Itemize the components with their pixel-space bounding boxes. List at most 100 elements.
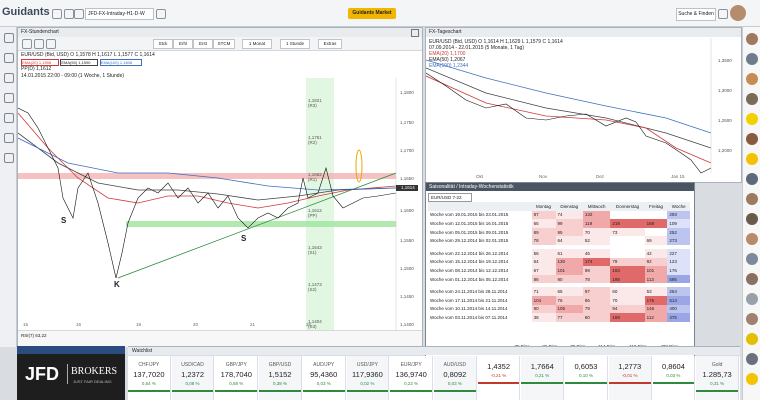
tick-label: 1,3500 <box>718 58 732 63</box>
avatar[interactable] <box>746 353 758 365</box>
draw-icon[interactable] <box>46 39 56 49</box>
pivot-label: 1,1543 (S1) <box>308 245 322 255</box>
table-cell: 99 <box>555 219 583 228</box>
avatar[interactable] <box>746 173 758 185</box>
pivot-label: 1,1821 (R3) <box>308 98 322 108</box>
table-cell: Woche vom 03.11.2014 bis 07.11.2014 <box>430 314 508 320</box>
tick-label: Nov <box>539 174 548 179</box>
menu-icon[interactable] <box>74 9 84 19</box>
avatar[interactable] <box>746 333 758 345</box>
daily-price-chart[interactable] <box>426 38 741 182</box>
avatar[interactable] <box>746 213 758 225</box>
avatar[interactable] <box>746 253 758 265</box>
watchlist-tile[interactable]: USD/JPY 117,9360 0,02 % <box>346 356 390 400</box>
column-header: Mittwoch <box>582 202 611 211</box>
home-icon[interactable] <box>52 9 62 19</box>
table-cell: 90 <box>555 274 583 284</box>
avatar[interactable] <box>746 193 758 205</box>
guidants-market-button[interactable]: Guidants Market <box>348 8 396 19</box>
avatar[interactable] <box>746 233 758 245</box>
flag-icon[interactable] <box>718 9 728 19</box>
table-cell: 146 <box>644 304 668 314</box>
watchlist-tile[interactable]: 1,4352 -0,21 % <box>477 356 521 400</box>
watchlist-tile[interactable]: Gold 1.285,73 0,31 % <box>696 356 739 400</box>
cursor-tool-icon[interactable] <box>4 33 14 43</box>
user-avatar[interactable] <box>730 5 746 21</box>
indicator-icon[interactable] <box>4 133 14 143</box>
table-cell: 163 <box>610 266 645 275</box>
watchlist-tile[interactable]: EUR/JPY 136,9740 0,22 % <box>390 356 433 400</box>
watchlist-tile[interactable]: USD/CAD 1,2372 0,08 % <box>171 356 215 400</box>
toolbar-button[interactable]: Erst <box>193 39 213 49</box>
gauge-icon[interactable] <box>4 153 14 163</box>
table-cell: 46 <box>582 248 611 258</box>
tick-label: 16 <box>76 322 82 327</box>
app-logo[interactable]: Guidants <box>2 6 50 18</box>
settings-icon[interactable] <box>156 9 166 19</box>
indicator-pane[interactable]: RSI(7) 63,22 <box>18 330 422 347</box>
table-cell: 73 <box>610 227 645 237</box>
tile-change: 0,31 % <box>710 381 725 386</box>
table-cell <box>610 236 645 245</box>
chart-type-icon[interactable] <box>22 39 32 49</box>
table-cell: 71 <box>531 287 556 296</box>
tile-change: 0,54 % <box>141 381 156 386</box>
table-cell: 79 <box>582 304 611 314</box>
tick-label: 20 <box>193 322 199 327</box>
toolbar-button[interactable]: Erhl <box>173 39 193 49</box>
fibonacci-tool-icon[interactable] <box>4 93 14 103</box>
watchlist-tile[interactable]: AUD/JPY 95,4360 0,03 % <box>302 356 346 400</box>
watchlist-tile[interactable]: 0,6053 0,10 % <box>565 356 608 400</box>
zoom-icon[interactable] <box>34 39 44 49</box>
column-header <box>428 202 532 211</box>
tile-trend-bar <box>477 382 520 384</box>
hourly-price-chart[interactable] <box>18 78 422 346</box>
text-tool-icon[interactable] <box>4 73 14 83</box>
search-button[interactable]: Suche & Finden <box>676 8 716 21</box>
watchlist-tile[interactable]: CHF/JPY 137,7020 0,54 % <box>128 356 171 400</box>
watchlist-tile[interactable]: GBP/USD 1,5152 0,38 % <box>259 356 302 400</box>
watchlist-tile[interactable]: 1,2773 -0,01 % <box>608 356 652 400</box>
timerange-select[interactable]: 1 Monat <box>242 39 272 49</box>
broker-logo[interactable]: JFD BROKERS JUST FAIR DEALING <box>17 346 125 400</box>
watchlist-tile[interactable]: AUD/USD 0,8092 0,03 % <box>434 356 477 400</box>
watchlist-tile[interactable]: 1,7664 0,21 % <box>521 356 565 400</box>
avatar[interactable] <box>746 133 758 145</box>
avatar[interactable] <box>746 153 758 165</box>
interval-select[interactable]: 1 Stunde <box>280 39 310 49</box>
tile-value: 95,4360 <box>310 370 338 379</box>
tile-value: 0,6053 <box>574 362 598 371</box>
workspace-select[interactable]: JFD-FX-Intraday-H1-D-W <box>85 8 154 20</box>
chart-toolbar: Stck Erhl Erst STCM 1 Monat 1 Stunde Ext… <box>18 37 422 51</box>
table-row: Woche vom 01.12.2014 bis 05.12.2014 86 90 7… <box>428 274 690 284</box>
toolbar-button[interactable]: Stck <box>153 39 173 49</box>
symbol-select[interactable]: EUR/USD 7-22 <box>428 193 472 202</box>
table-cell: 176 <box>667 266 690 275</box>
shape-tool-icon[interactable] <box>4 113 14 123</box>
table-cell: 168 <box>644 219 668 228</box>
line-tool-icon[interactable] <box>4 53 14 63</box>
avatar[interactable] <box>746 273 758 285</box>
close-icon[interactable] <box>411 29 419 37</box>
avatar[interactable] <box>746 33 758 45</box>
table-row: Woche vom 22.12.2014 bis 26.12.2014 56 61 4… <box>428 248 690 258</box>
table-cell: 90 <box>531 304 556 314</box>
avatar[interactable] <box>746 113 758 125</box>
ema100-legend[interactable]: EMA(100) 1,1608 <box>99 59 142 66</box>
avatar[interactable] <box>746 93 758 105</box>
avatar[interactable] <box>746 53 758 65</box>
tile-change: -0,01 % <box>621 373 638 378</box>
ema50-legend[interactable]: EMA(50) 1,1590 <box>60 59 99 66</box>
table-cell: 104 <box>531 295 556 305</box>
table-cell: 69 <box>644 236 668 245</box>
avatar[interactable] <box>746 293 758 305</box>
watchlist-tile[interactable]: GBP/JPY 178,7040 0,58 % <box>215 356 259 400</box>
toolbar-button[interactable]: STCM <box>213 39 235 49</box>
star-icon[interactable] <box>64 9 74 19</box>
ema20-legend[interactable]: EMA(20) 1,1596 <box>21 59 59 66</box>
extras-button[interactable]: Extras <box>318 39 342 49</box>
avatar[interactable] <box>746 73 758 85</box>
avatar[interactable] <box>746 373 758 385</box>
avatar[interactable] <box>746 313 758 325</box>
watchlist-tile[interactable]: 0,8604 0,03 % <box>652 356 696 400</box>
